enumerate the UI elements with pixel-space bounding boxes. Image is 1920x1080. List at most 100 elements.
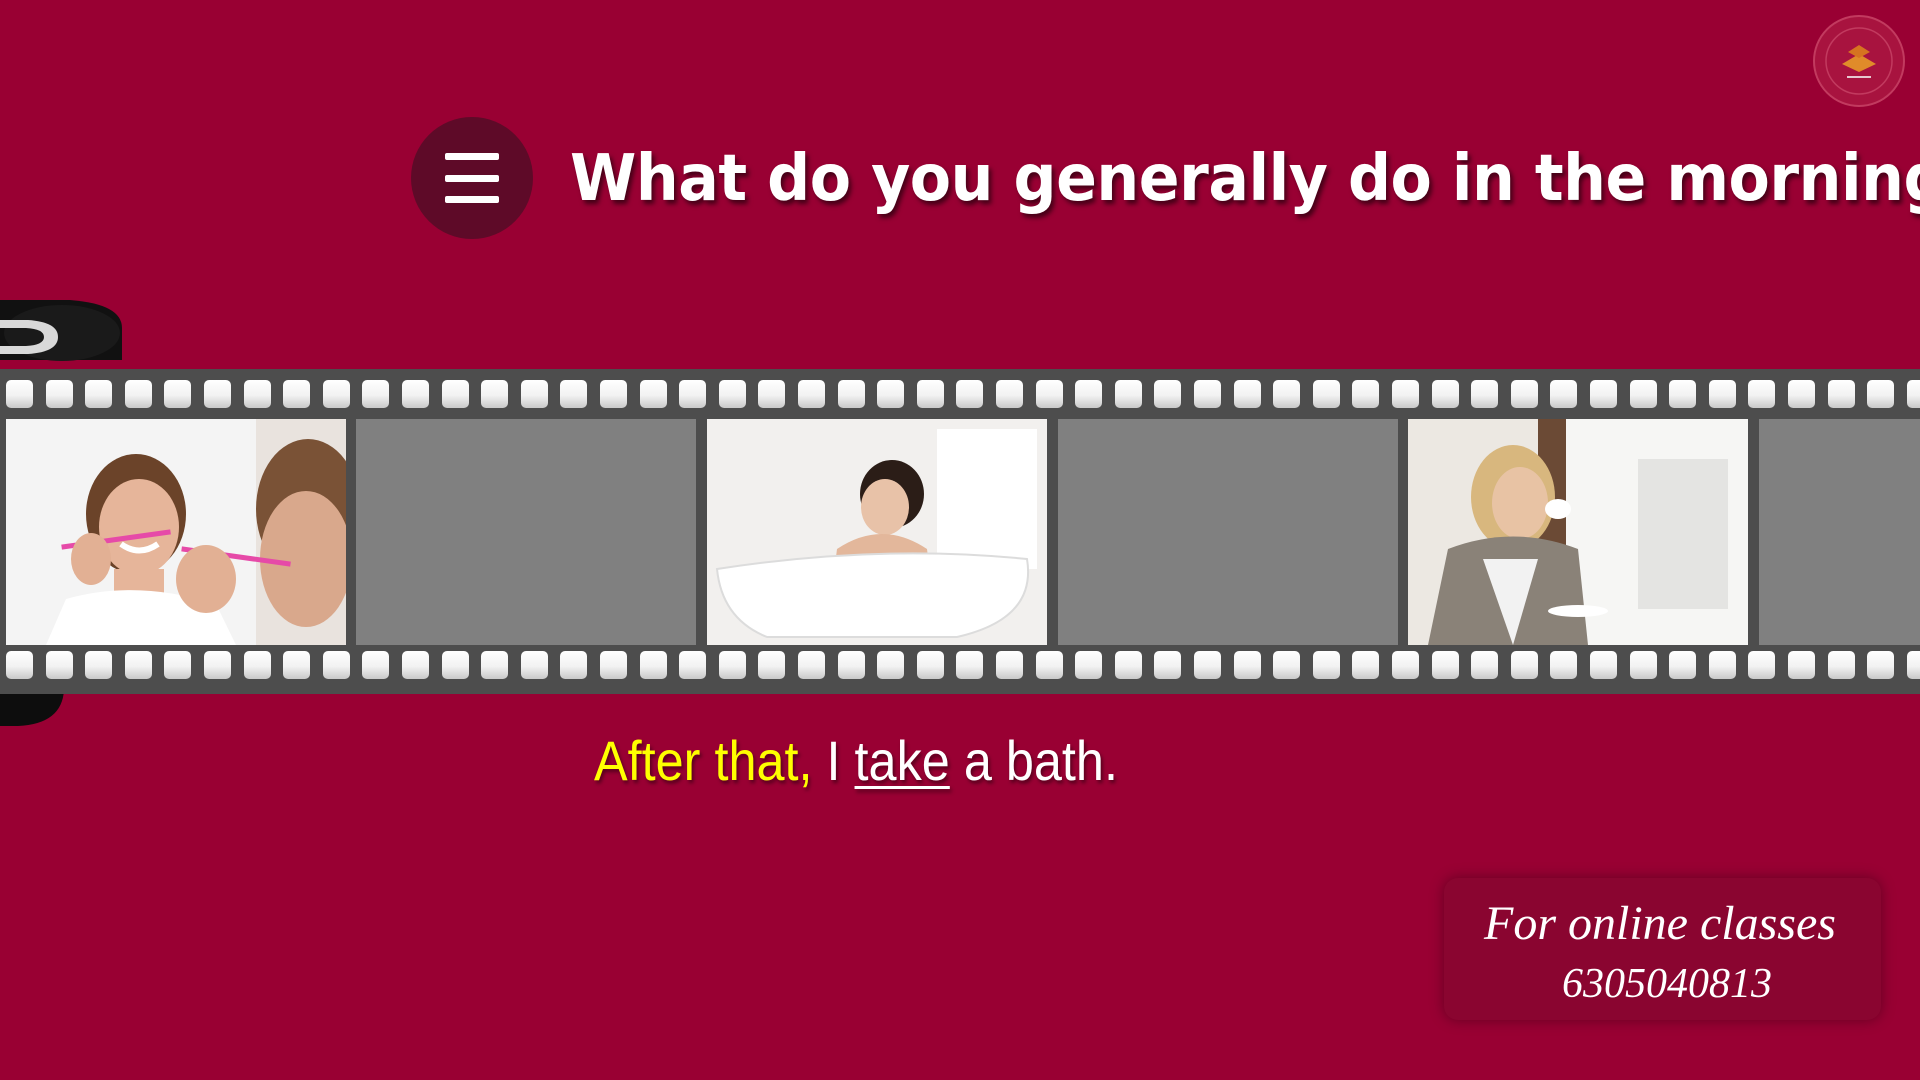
sprocket-hole: [85, 380, 113, 408]
sprocket-hole: [520, 380, 548, 408]
sprocket-hole: [1114, 380, 1142, 408]
sprocket-hole: [1590, 380, 1617, 408]
sprocket-hole: [362, 651, 390, 679]
contact-line-classes: For online classes: [1484, 897, 1836, 950]
sprocket-hole: [1629, 380, 1657, 408]
sprocket-hole: [1867, 651, 1895, 679]
sprocket-hole: [124, 380, 152, 408]
sprocket-hole: [283, 651, 311, 679]
sprocket-hole: [639, 651, 667, 679]
sprocket-hole: [877, 380, 905, 408]
school-logo: [1812, 14, 1906, 108]
sprocket-hole: [402, 651, 429, 679]
sprocket-hole: [600, 651, 627, 679]
film-frame-blank-3: [1759, 419, 1920, 645]
sprocket-hole: [1629, 651, 1657, 679]
sprocket-hole: [956, 651, 984, 679]
sprocket-hole: [1669, 380, 1697, 408]
sprocket-hole: [718, 651, 746, 679]
sprocket-hole: [996, 651, 1023, 679]
sprocket-hole: [243, 651, 271, 679]
sprocket-hole: [1748, 380, 1776, 408]
sprocket-hole: [1708, 651, 1736, 679]
sprocket-hole: [441, 380, 469, 408]
sprocket-hole: [798, 380, 825, 408]
sprocket-hole: [758, 651, 786, 679]
sprocket-hole: [322, 651, 350, 679]
sprocket-hole: [1788, 380, 1815, 408]
sprocket-hole: [916, 651, 944, 679]
question-title: What do you generally do in the morning?: [570, 142, 1920, 216]
film-strip: [0, 369, 1920, 694]
sprocket-hole: [1392, 380, 1419, 408]
sprocket-hole: [1233, 380, 1261, 408]
sprocket-hole: [1154, 380, 1182, 408]
woman-brushing-teeth-photo: [6, 419, 346, 645]
sprocket-hole: [1510, 651, 1538, 679]
sprocket-hole: [1233, 651, 1261, 679]
sprocket-hole: [164, 380, 192, 408]
sprocket-hole: [1273, 380, 1301, 408]
sprocket-hole: [1352, 651, 1380, 679]
sprocket-hole: [481, 651, 509, 679]
sprocket-hole: [45, 651, 73, 679]
sprocket-hole: [520, 651, 548, 679]
sentence-verb: take: [854, 729, 950, 792]
sprocket-hole: [322, 380, 350, 408]
sprocket-hole: [1827, 651, 1855, 679]
sprocket-hole: [1194, 651, 1221, 679]
sprocket-hole: [837, 651, 865, 679]
contact-phone: 6305040813: [1562, 961, 1772, 1007]
sprocket-hole: [362, 380, 390, 408]
sprocket-hole: [1471, 651, 1499, 679]
sprocket-hole: [1510, 380, 1538, 408]
sprocket-hole: [1867, 380, 1895, 408]
sprocket-holes-bottom: [0, 651, 1920, 683]
sprocket-hole: [481, 380, 509, 408]
sprocket-hole: [639, 380, 667, 408]
sprocket-hole: [204, 380, 231, 408]
sprocket-hole: [798, 651, 825, 679]
sprocket-hole: [1431, 380, 1459, 408]
sprocket-hole: [1312, 651, 1340, 679]
sprocket-hole: [560, 651, 588, 679]
sentence-lead: After that,: [594, 729, 813, 792]
menu-button[interactable]: [411, 117, 533, 239]
sprocket-hole: [1035, 651, 1063, 679]
sentence-subject: I: [826, 729, 841, 792]
woman-drinking-tea-photo: [1408, 419, 1748, 645]
sprocket-hole: [1075, 651, 1103, 679]
sprocket-hole: [6, 651, 33, 679]
sprocket-hole: [1669, 651, 1697, 679]
sprocket-hole: [1550, 380, 1578, 408]
sprocket-holes-top: [0, 380, 1920, 412]
sprocket-hole: [402, 380, 429, 408]
sprocket-hole: [441, 651, 469, 679]
sprocket-hole: [1352, 380, 1380, 408]
sprocket-hole: [1114, 651, 1142, 679]
sprocket-hole: [1194, 380, 1221, 408]
sprocket-hole: [1312, 380, 1340, 408]
film-frame-bath: [707, 419, 1047, 645]
sprocket-hole: [877, 651, 905, 679]
sprocket-hole: [1273, 651, 1301, 679]
sentence-rest: a bath.: [963, 729, 1118, 792]
sprocket-hole: [1035, 380, 1063, 408]
film-frame-blank-2: [1058, 419, 1398, 645]
sprocket-hole: [1748, 651, 1776, 679]
sprocket-hole: [45, 380, 73, 408]
sprocket-hole: [1590, 651, 1617, 679]
sprocket-hole: [1550, 651, 1578, 679]
sprocket-hole: [560, 380, 588, 408]
sprocket-hole: [1154, 651, 1182, 679]
film-frame-brushing: [6, 419, 346, 645]
school-emblem-icon: [1813, 15, 1905, 107]
sprocket-hole: [1906, 651, 1920, 679]
sprocket-hole: [124, 651, 152, 679]
sprocket-hole: [1392, 651, 1419, 679]
sentence: After that, I take a bath.: [594, 728, 1118, 793]
hamburger-menu-icon: [445, 153, 499, 203]
sprocket-hole: [1827, 380, 1855, 408]
sprocket-hole: [243, 380, 271, 408]
sprocket-hole: [718, 380, 746, 408]
